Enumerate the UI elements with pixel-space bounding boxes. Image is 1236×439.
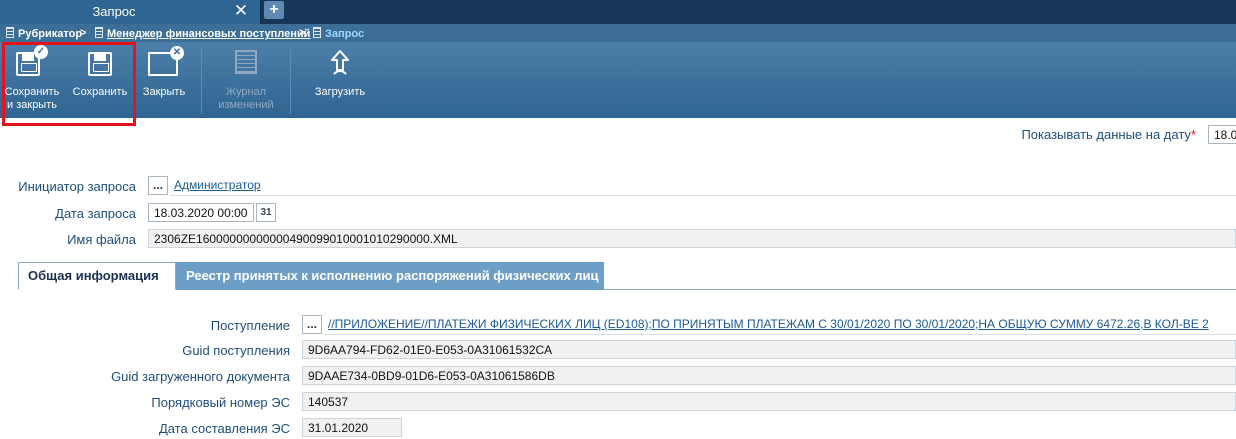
close-button[interactable]: ✕ Закрыть <box>136 42 192 118</box>
date-filter-input[interactable]: 18.0 <box>1208 125 1236 144</box>
request-date-label: Дата запроса <box>55 206 136 221</box>
file-name-label: Имя файла <box>67 232 136 247</box>
guid-document-field: 9DAAE734-0BD9-01D6-E053-0A31061586DB <box>302 366 1236 385</box>
close-badge-icon: ✕ <box>170 46 184 60</box>
guid-receipt-label: Guid поступления <box>182 343 290 358</box>
add-tab-icon[interactable]: + <box>264 1 284 19</box>
compose-date-field: 31.01.2020 <box>302 418 402 437</box>
toolbar: ✓ Сохранить и закрыть Сохранить ✕ Закрыть… <box>0 42 1236 118</box>
toolbar-separator <box>201 46 202 114</box>
calendar-icon[interactable]: 31 <box>256 203 276 222</box>
field-underline <box>170 195 1236 196</box>
list-icon <box>95 27 103 38</box>
tab-request[interactable]: Запрос ✕ <box>0 0 261 24</box>
tab-bar: Запрос ✕ + <box>0 0 1236 24</box>
list-icon <box>6 27 14 38</box>
breadcrumb-item-manager[interactable]: Менеджер финансовых поступлений <box>95 27 310 40</box>
initiator-label: Инициатор запроса <box>18 179 136 194</box>
toolbar-separator <box>290 46 291 114</box>
close-icon[interactable]: ✕ <box>232 1 250 21</box>
sequence-number-label: Порядковый номер ЭС <box>151 395 290 410</box>
receipt-picker-button[interactable]: ... <box>302 315 322 334</box>
initiator-picker-button[interactable]: ... <box>148 176 168 195</box>
field-underline <box>324 334 1236 335</box>
highlight-frame <box>2 42 136 126</box>
upload-button[interactable]: Загрузить <box>306 42 374 118</box>
upload-icon <box>331 50 349 75</box>
request-date-input[interactable]: 18.03.2020 00:00 <box>148 203 254 222</box>
tab-registry[interactable]: Реестр принятых к исполнению распоряжени… <box>176 262 604 290</box>
change-log-button[interactable]: Журнал изменений <box>206 42 286 118</box>
breadcrumb-separator: > <box>80 27 87 39</box>
guid-receipt-field: 9D6AA794-FD62-01E0-E053-0A31061532CA <box>302 340 1236 359</box>
breadcrumb-item-rubricator[interactable]: Рубрикатор <box>6 27 82 40</box>
guid-document-label: Guid загруженного документа <box>111 369 290 384</box>
breadcrumb-separator: > <box>299 27 306 39</box>
breadcrumb: Рубрикатор > Менеджер финансовых поступл… <box>0 24 1236 42</box>
date-filter-label: Показывать данные на дату* <box>1021 127 1196 142</box>
sequence-number-field: 140537 <box>302 392 1236 411</box>
tab-title: Запрос <box>92 4 136 19</box>
journal-icon <box>235 50 257 74</box>
tab-general-info[interactable]: Общая информация <box>18 262 176 290</box>
list-icon <box>313 27 321 38</box>
receipt-link[interactable]: //ПРИЛОЖЕНИЕ//ПЛАТЕЖИ ФИЗИЧЕСКИХ ЛИЦ (ED… <box>328 317 1236 331</box>
file-name-field: 2306ZE160000000000004900990100010102900​… <box>148 229 1236 248</box>
breadcrumb-current: Запрос <box>313 27 364 40</box>
receipt-label: Поступление <box>210 318 290 333</box>
compose-date-label: Дата составления ЭС <box>158 421 290 436</box>
initiator-link[interactable]: Администратор <box>174 178 261 192</box>
